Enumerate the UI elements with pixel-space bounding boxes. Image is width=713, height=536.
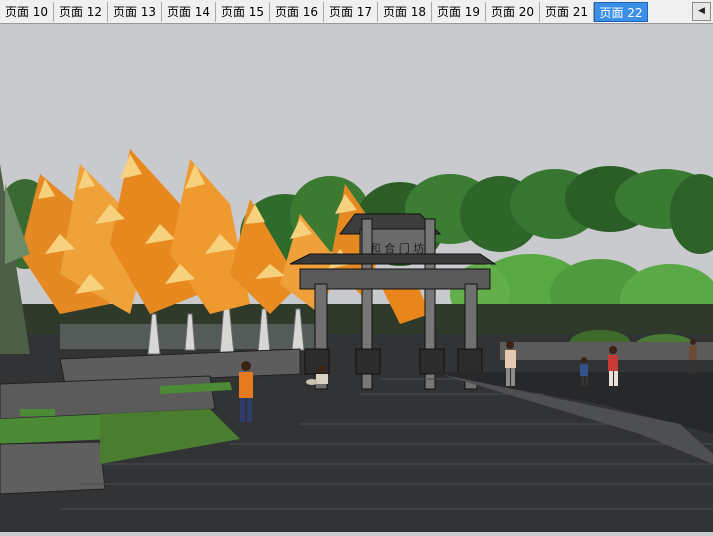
landscape-render: 和 合 门 坊 (0, 24, 713, 532)
tab-page-15[interactable]: 页面 15 (216, 2, 270, 22)
right-wall (500, 342, 713, 360)
tab-page-22[interactable]: 页面 22 (594, 2, 648, 22)
tab-page-20[interactable]: 页面 20 (486, 2, 540, 22)
tab-page-21[interactable]: 页面 21 (540, 2, 594, 22)
tab-page-17[interactable]: 页面 17 (324, 2, 378, 22)
model-viewport[interactable]: 和 合 门 坊 (0, 24, 713, 532)
tab-page-13[interactable]: 页面 13 (108, 2, 162, 22)
archway-plaque-text: 和 合 门 坊 (370, 241, 425, 255)
tab-page-16[interactable]: 页面 16 (270, 2, 324, 22)
tab-page-18[interactable]: 页面 18 (378, 2, 432, 22)
tab-page-19[interactable]: 页面 19 (432, 2, 486, 22)
page-tab-bar: 页面 10 页面 12 页面 13 页面 14 页面 15 页面 16 页面 1… (0, 0, 713, 24)
tab-page-10[interactable]: 页面 10 (0, 2, 54, 22)
tab-page-14[interactable]: 页面 14 (162, 2, 216, 22)
tab-page-12[interactable]: 页面 12 (54, 2, 108, 22)
scroll-left-icon[interactable]: ◀ (692, 2, 711, 21)
